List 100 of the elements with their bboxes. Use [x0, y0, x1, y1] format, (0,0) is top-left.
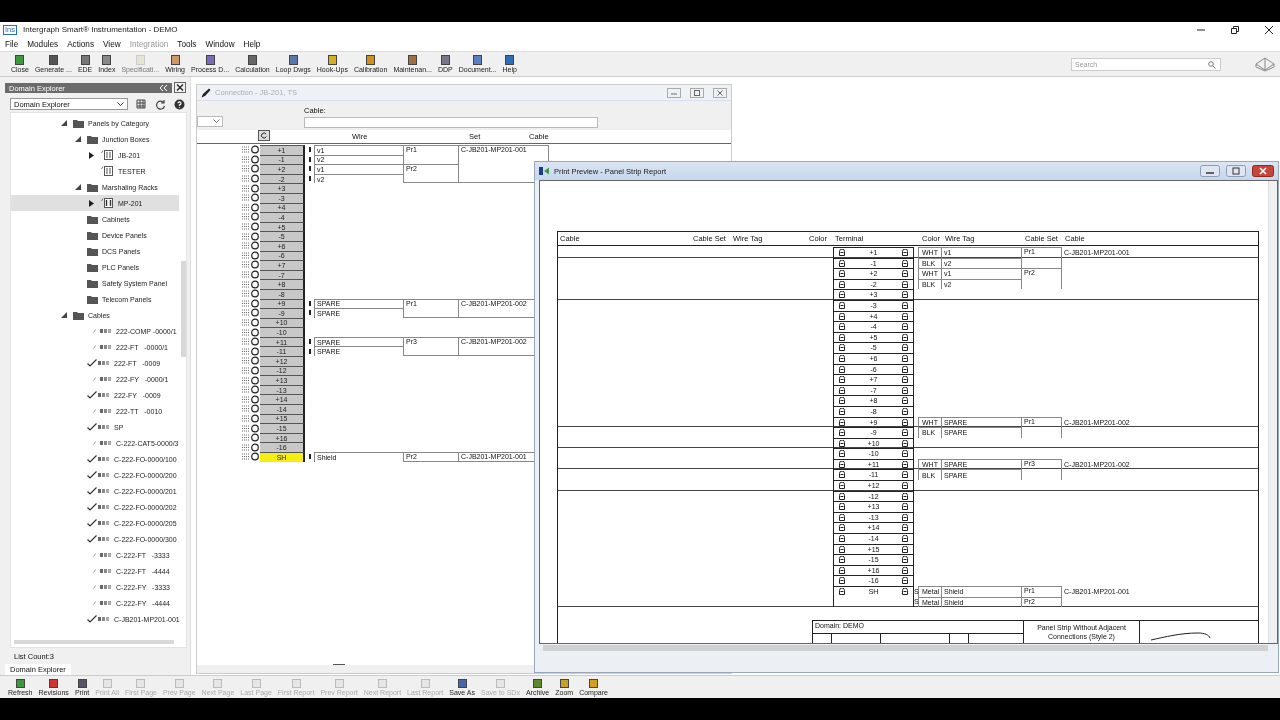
terminal-connector-icon — [242, 413, 260, 423]
menu-item[interactable]: Actions — [67, 39, 94, 49]
chevron-down-icon — [213, 119, 220, 124]
screw-icon — [839, 312, 845, 320]
scrollbar[interactable] — [14, 640, 174, 644]
cable-icon — [98, 360, 110, 366]
folder-icon — [73, 310, 84, 320]
screw-icon — [839, 407, 845, 415]
close-icon[interactable] — [1252, 165, 1274, 177]
terminal-connector-icon — [242, 212, 260, 222]
close-icon[interactable] — [174, 82, 186, 93]
grid-icon[interactable] — [136, 98, 147, 110]
screw-icon — [839, 280, 845, 288]
minimize-icon[interactable] — [1200, 165, 1220, 177]
screw-icon — [839, 376, 845, 384]
close-icon[interactable] — [1264, 24, 1274, 35]
maximize-icon[interactable] — [1226, 165, 1246, 177]
collapsed-arrow-icon[interactable] — [89, 199, 94, 207]
refresh-icon[interactable] — [155, 98, 166, 110]
screw-icon — [902, 503, 908, 511]
folder-icon — [73, 118, 84, 128]
screw-icon — [902, 376, 908, 384]
cable-icon — [100, 440, 112, 446]
menu-item[interactable]: Window — [205, 39, 235, 49]
restore-icon[interactable] — [1230, 24, 1240, 35]
scrollbar[interactable] — [181, 261, 186, 357]
screw-icon — [839, 535, 845, 543]
terminal-connector-icon — [242, 394, 260, 404]
help-icon[interactable] — [174, 98, 185, 110]
expanded-arrow-icon[interactable] — [75, 136, 81, 142]
cube-icon[interactable] — [1254, 56, 1276, 72]
screw-icon — [839, 354, 845, 362]
screw-icon — [839, 397, 845, 405]
terminal-connector-icon — [242, 241, 260, 251]
menu-item[interactable]: Tools — [177, 39, 197, 49]
folder-icon — [87, 214, 98, 224]
expanded-arrow-icon[interactable] — [61, 120, 67, 126]
cable-icon — [100, 584, 112, 590]
screw-icon — [902, 323, 908, 331]
terminal-panel-icon — [101, 150, 114, 160]
maximize-icon[interactable] — [690, 87, 704, 98]
screw-icon — [839, 439, 845, 447]
terminal-connector-icon — [242, 164, 260, 174]
menu-item[interactable]: View — [103, 39, 121, 49]
rack-icon — [101, 198, 114, 208]
screw-icon — [839, 270, 845, 278]
screw-icon — [839, 471, 845, 479]
terminal-connector-icon — [242, 452, 260, 462]
terminal-connector-icon — [242, 318, 260, 327]
menu-item[interactable]: Modules — [27, 39, 59, 49]
screw-icon — [902, 270, 908, 278]
window-title: Intergraph Smart® Instrumentation - DEMO — [23, 25, 178, 34]
screw-icon — [839, 566, 845, 574]
expanded-arrow-icon[interactable] — [61, 312, 67, 318]
screw-icon — [839, 323, 845, 331]
refresh-button[interactable] — [258, 130, 270, 141]
folder-icon — [87, 134, 98, 144]
terminal-connector-icon — [242, 442, 260, 452]
screw-icon — [902, 259, 908, 267]
signature-drawing — [1150, 631, 1212, 642]
collapse-icon[interactable] — [159, 84, 168, 92]
terminal-connector-icon — [242, 231, 260, 241]
screw-icon — [902, 535, 908, 543]
screw-icon — [839, 482, 845, 490]
expanded-arrow-icon[interactable] — [75, 184, 81, 190]
terminal-connector-icon — [242, 260, 260, 270]
screw-icon — [902, 280, 908, 288]
report-icon — [539, 167, 550, 175]
scrollbar[interactable] — [1268, 181, 1277, 643]
cable-field[interactable] — [304, 117, 598, 128]
cable-icon — [98, 504, 110, 510]
search-icon — [1208, 60, 1216, 69]
cable-icon — [100, 552, 112, 558]
terminal-connector-icon — [242, 308, 260, 318]
scrollbar[interactable] — [543, 645, 1268, 651]
menu-item[interactable]: File — [5, 39, 19, 49]
folder-icon — [87, 294, 98, 304]
screw-icon — [902, 450, 908, 458]
screw-icon — [839, 460, 845, 468]
cable-icon — [98, 536, 110, 542]
screw-icon — [839, 386, 845, 394]
menu-item[interactable]: Help — [243, 39, 261, 49]
chevron-down-icon — [117, 101, 124, 107]
screw-icon — [902, 545, 908, 553]
folder-icon — [87, 262, 98, 272]
terminal-connector-icon — [242, 279, 260, 289]
splitter-handle[interactable] — [333, 663, 345, 666]
terminal-connector-icon — [242, 289, 260, 299]
collapsed-arrow-icon[interactable] — [89, 151, 94, 159]
screw-icon — [902, 312, 908, 320]
terminal-connector-icon — [242, 433, 260, 443]
screw-icon — [902, 418, 908, 426]
folder-icon — [87, 182, 98, 192]
screw-icon — [839, 545, 845, 553]
folder-icon — [87, 278, 98, 288]
cable-icon — [98, 488, 110, 494]
screw-icon — [839, 291, 845, 299]
cable-icon — [98, 616, 110, 622]
screw-icon — [902, 407, 908, 415]
screw-icon — [902, 301, 908, 309]
